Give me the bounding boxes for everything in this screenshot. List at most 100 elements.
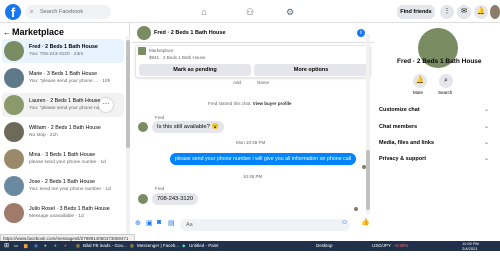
- search-icon: ⌕: [30, 9, 34, 15]
- account-avatar[interactable]: [490, 5, 500, 19]
- gif-icon[interactable]: ▤: [168, 219, 175, 227]
- mute-icon[interactable]: 🔔: [413, 74, 427, 88]
- conversation-item[interactable]: William · 2 Beds 1 Bath House No stop · …: [2, 120, 124, 144]
- sticker-icon[interactable]: ◙: [157, 219, 161, 226]
- notifications-icon[interactable]: 🔔: [474, 5, 488, 19]
- timestamp: 10:45 PM: [243, 174, 263, 179]
- sidebar-scrollbar-thumb[interactable]: [126, 40, 130, 148]
- edge-icon[interactable]: ◉: [34, 241, 38, 251]
- listing-thumbnail: [4, 149, 24, 169]
- view-buyer-profile-link[interactable]: View buyer profile: [253, 101, 292, 106]
- conversation-item[interactable]: Jose · 2 Beds 1 Bath House You: send me …: [2, 174, 124, 198]
- conversation-preview: You: 708-243-3120 · 23m: [29, 52, 84, 57]
- search-placeholder: Search Facebook: [40, 9, 84, 15]
- conversation-preview: please send your phone numbe · 1d: [29, 160, 106, 165]
- chevron-down-icon[interactable]: ⌄: [484, 106, 489, 113]
- menu-grid-icon[interactable]: ⋮: [440, 5, 454, 19]
- timestamp: Mon 10:48 PM: [236, 140, 266, 145]
- more-options-icon[interactable]: …: [99, 98, 113, 112]
- groups-icon[interactable]: ⚇: [244, 6, 256, 18]
- chevron-down-icon[interactable]: ⌄: [484, 139, 489, 146]
- mute-label: Mute: [413, 90, 424, 95]
- conversation-name: Fred · 2 Beds 1 Bath House: [29, 44, 98, 50]
- sender-avatar: [138, 122, 148, 132]
- message-bubble[interactable]: please send your phone number i will giv…: [170, 153, 357, 165]
- file-explorer-icon[interactable]: ▆: [24, 241, 27, 251]
- message-bubble[interactable]: 708-243-3120: [152, 193, 199, 205]
- back-arrow-icon[interactable]: ←: [3, 28, 11, 37]
- conversation-item[interactable]: Mina · 3 Beds 1 Bath House please send y…: [2, 147, 124, 171]
- chrome-icon[interactable]: ◍: [76, 241, 80, 251]
- search-input[interactable]: ⌕ Search Facebook: [25, 5, 111, 19]
- more-options-button[interactable]: More options: [254, 64, 368, 76]
- message-bubble[interactable]: Is this still available? 😮: [152, 121, 224, 133]
- menu-customize-chat[interactable]: Customize chat: [379, 107, 420, 113]
- app-icon[interactable]: ●: [64, 241, 67, 251]
- conversation-preview: You: "please send your phone nu: [29, 106, 100, 111]
- facebook-logo[interactable]: f: [5, 4, 21, 20]
- conversation-name: Jose · 2 Beds 1 Bath House: [29, 179, 95, 185]
- menu-privacy-support[interactable]: Privacy & support: [379, 156, 426, 162]
- chat-avatar[interactable]: [137, 26, 151, 40]
- image-icon[interactable]: ▣: [146, 219, 153, 227]
- taskbar: [0, 241, 500, 251]
- chat-scrollbar-thumb[interactable]: [366, 150, 370, 210]
- gaming-icon[interactable]: ⚙: [284, 6, 296, 18]
- home-icon[interactable]: ⌂: [198, 6, 210, 18]
- conversation-name: Marie · 3 Beds 1 Bath House: [29, 71, 98, 77]
- listing-thumbnail: [4, 176, 24, 196]
- details-title: Fred · 2 Beds 1 Bath House: [397, 58, 482, 65]
- card-thumbnail: [138, 47, 146, 55]
- conversation-item[interactable]: Lauren · 2 Beds 1 Bath House You: "pleas…: [2, 93, 124, 117]
- started-text: Fred started this chat.: [208, 101, 252, 106]
- conversation-name: William · 2 Beds 1 Bath House: [29, 125, 101, 131]
- chat-started-notice: Fred started this chat. View buyer profi…: [208, 101, 291, 106]
- conversation-item[interactable]: Julio Rosel · 3 Beds 1 Bath House Messag…: [2, 201, 124, 225]
- conversation-preview: You: "please send your phone ... · 10h: [29, 79, 111, 84]
- sender-avatar: [138, 194, 148, 204]
- paint-icon[interactable]: ◆: [182, 241, 185, 251]
- start-icon[interactable]: ⊞: [4, 241, 9, 251]
- app-icon[interactable]: ●: [44, 241, 47, 251]
- find-friends-button[interactable]: Find friends: [397, 5, 435, 19]
- listing-thumbnail: [4, 203, 24, 223]
- conversation-item[interactable]: Fred · 2 Beds 1 Bath House You: 708-243-…: [2, 39, 124, 63]
- conversation-name: Mina · 3 Beds 1 Bath House: [29, 152, 96, 158]
- menu-media-files-links[interactable]: Media, files and links: [379, 140, 434, 146]
- chevron-down-icon[interactable]: ⌄: [484, 123, 489, 130]
- chat-title[interactable]: Fred · 2 Beds 1 Bath House: [154, 30, 226, 36]
- seen-avatar: [354, 207, 358, 211]
- search-chat-icon[interactable]: ⌕: [439, 74, 453, 88]
- conversation-preview: Message unavailable · 1d: [29, 214, 84, 219]
- listing-thumbnail: [4, 95, 24, 115]
- conversation-preview: You: send me your phone number · 1d: [29, 187, 111, 192]
- mark-as-pending-button[interactable]: Mark as pending: [139, 64, 251, 76]
- emoji-icon[interactable]: ☺: [341, 219, 348, 226]
- conversation-item[interactable]: Marie · 3 Beds 1 Bath House You: "please…: [2, 66, 124, 90]
- clock-date[interactable]: 2/4/2021: [462, 246, 478, 256]
- plus-icon[interactable]: ⊕: [135, 219, 141, 227]
- taskbar-item[interactable]: Messenger | Faceb...: [137, 241, 179, 251]
- conversation-preview: No stop · 21h: [29, 133, 58, 138]
- card-label: Marketplace: [149, 48, 174, 53]
- listing-thumbnail: [4, 41, 24, 61]
- chevron-down-icon[interactable]: ⌄: [484, 155, 489, 162]
- like-icon[interactable]: 👍: [361, 218, 370, 226]
- listing-thumbnail: [4, 68, 24, 88]
- taskbar-item[interactable]: Untitled - Paint: [189, 241, 219, 251]
- sidebar-title: Marketplace: [12, 27, 65, 37]
- card-info: $941 · 2 Beds 1 Bath House: [149, 55, 206, 60]
- message-input[interactable]: Aa: [180, 219, 350, 231]
- taskbar-item[interactable]: Bilal FB leads - Goo...: [83, 241, 127, 251]
- chrome-icon[interactable]: ◍: [130, 241, 134, 251]
- conversation-name: Julio Rosel · 3 Beds 1 Bath House: [29, 206, 110, 212]
- app-icon[interactable]: ●: [54, 241, 57, 251]
- messenger-icon[interactable]: ✉: [457, 5, 471, 19]
- conversation-name: Lauren · 2 Beds 1 Bath House: [29, 98, 101, 104]
- task-view-icon[interactable]: ▭: [14, 241, 18, 251]
- menu-chat-members[interactable]: Chat members: [379, 124, 417, 130]
- sender-name: Fred: [155, 115, 165, 120]
- info-icon[interactable]: i: [357, 29, 365, 37]
- ticker-change: -0.30%: [394, 243, 409, 248]
- desktop-label[interactable]: Desktop: [316, 241, 333, 251]
